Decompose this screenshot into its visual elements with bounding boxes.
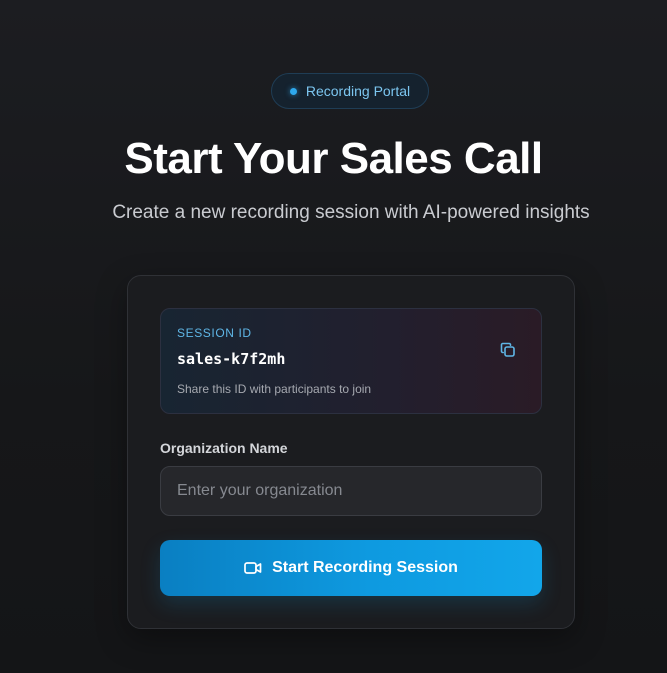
page-title: Start Your Sales Call — [124, 134, 543, 183]
session-id-label: SESSION ID — [177, 326, 252, 340]
badge-label: Recording Portal — [305, 83, 411, 99]
session-card: SESSION ID sales-k7f2mh Share this ID wi… — [127, 275, 575, 629]
status-dot-icon — [289, 87, 297, 95]
page-subtitle: Create a new recording session with AI-p… — [112, 202, 590, 223]
organization-name-input[interactable] — [160, 466, 542, 516]
session-id-panel: SESSION ID sales-k7f2mh Share this ID wi… — [160, 308, 542, 414]
session-id-hint: Share this ID with participants to join — [177, 382, 372, 396]
video-camera-icon — [244, 562, 262, 574]
recording-portal-badge: Recording Portal — [271, 73, 429, 109]
organization-name-label: Organization Name — [160, 440, 288, 456]
copy-session-id-button[interactable] — [495, 337, 521, 363]
start-recording-session-button[interactable]: Start Recording Session — [160, 540, 542, 596]
copy-icon — [500, 342, 515, 357]
start-recording-label: Start Recording Session — [272, 559, 458, 576]
session-id-value: sales-k7f2mh — [177, 350, 286, 368]
